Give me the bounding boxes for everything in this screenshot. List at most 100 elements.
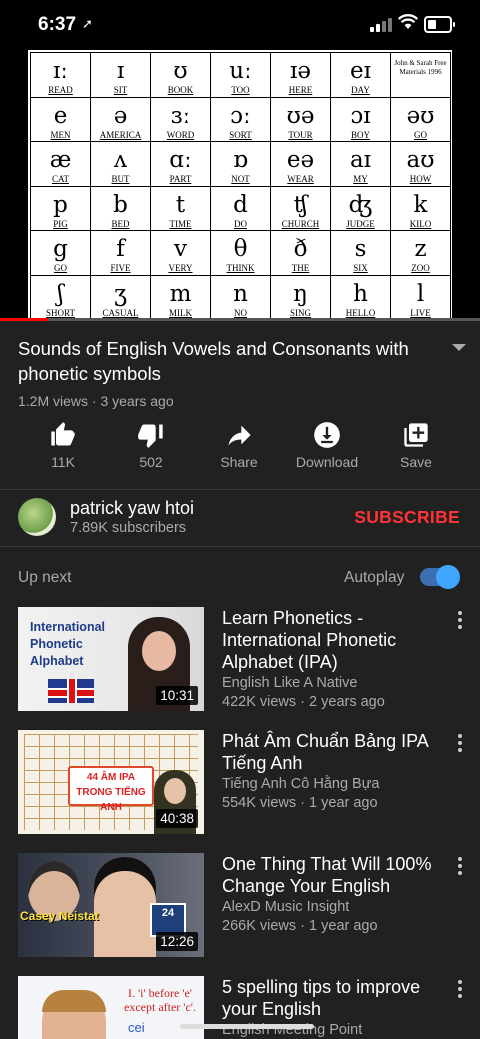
thumb-line: Alphabet xyxy=(30,654,84,668)
video-thumbnail[interactable]: I. 'i' before 'e' except after 'c'. cei xyxy=(18,976,204,1039)
ipa-symbol: z xyxy=(414,236,427,262)
ipa-example-word: MILK xyxy=(169,307,192,318)
save-button[interactable]: Save xyxy=(371,420,461,470)
ipa-example-word: PIG xyxy=(53,218,68,229)
ipa-symbol: ʌ xyxy=(114,147,127,173)
ipa-cell: ʤ JUDGE xyxy=(331,186,391,231)
ipa-symbol: əʊ xyxy=(406,102,435,129)
more-options-icon[interactable] xyxy=(458,980,462,1001)
video-thumbnail[interactable]: Casey Neistat 24 12:26 xyxy=(18,853,204,957)
ipa-example-word: SHORT xyxy=(46,307,75,318)
ipa-cell: ɔː SORT xyxy=(211,97,271,142)
ipa-cell: ɪə HERE xyxy=(271,53,331,98)
video-player[interactable]: ɪː READ ɪ SIT ʊ BOOK uː TOO ɪə HERE eɪ DAY John & Sa… xyxy=(0,50,480,320)
ipa-cell: aɪ MY xyxy=(331,142,391,187)
ipa-example-word: THE xyxy=(291,263,310,273)
ipa-symbol: ʧ xyxy=(293,191,308,218)
share-label: Share xyxy=(220,454,258,470)
ipa-cell: p PIG xyxy=(31,186,91,231)
ipa-cell: n NO xyxy=(211,275,271,320)
ipa-cell: l LIVE xyxy=(391,275,451,320)
home-indicator[interactable] xyxy=(180,1024,314,1029)
more-options-icon[interactable] xyxy=(458,611,462,632)
ipa-cell: aʊ HOW xyxy=(391,142,451,187)
video-item-meta: 266K views · 1 year ago xyxy=(222,918,378,934)
channel-avatar[interactable] xyxy=(18,498,56,536)
ipa-cell: ɒ NOT xyxy=(211,142,271,187)
autoplay-toggle[interactable] xyxy=(420,565,460,589)
ipa-example-word: SING xyxy=(289,307,311,318)
ipa-symbol: ɪː xyxy=(52,58,69,84)
thumbnail-text: cei xyxy=(128,1020,145,1035)
ipa-symbol: ɜː xyxy=(170,102,191,129)
ipa-cell: k KILO xyxy=(391,186,451,231)
ipa-cell: ð THE xyxy=(271,231,331,276)
list-item[interactable]: I. 'i' before 'e' except after 'c'. cei … xyxy=(0,976,480,1039)
ipa-cell: f FIVE xyxy=(91,231,151,276)
ipa-example-word: HOW xyxy=(409,174,432,184)
ipa-symbol: ɪə xyxy=(290,58,311,84)
ipa-symbol: m xyxy=(169,280,192,307)
ipa-symbol: b xyxy=(113,191,128,218)
ipa-cell: e MEN xyxy=(31,97,91,142)
ipa-symbol: θ xyxy=(233,236,248,262)
video-progress-fill xyxy=(0,318,48,321)
ipa-symbol: d xyxy=(233,191,248,218)
channel-row[interactable]: patrick yaw htoi 7.89K subscribers SUBSC… xyxy=(0,492,480,546)
ipa-symbol: e xyxy=(53,102,68,129)
video-item-title[interactable]: Phát Âm Chuẩn Bảng IPA Tiếng Anh xyxy=(222,730,442,774)
video-item-meta: 554K views · 1 year ago xyxy=(222,795,378,811)
video-duration: 10:31 xyxy=(156,686,198,705)
list-item[interactable]: Casey Neistat 24 12:26 One Thing That Wi… xyxy=(0,853,480,959)
video-thumbnail[interactable]: International Phonetic Alphabet 10:31 xyxy=(18,607,204,711)
thumbnail-text: I. 'i' before 'e' except after 'c'. xyxy=(124,986,196,1014)
ipa-example-word: KILO xyxy=(409,218,432,229)
video-item-title[interactable]: Learn Phonetics - International Phonetic… xyxy=(222,607,442,673)
ipa-cell: ɜː WORD xyxy=(151,97,211,142)
ipa-symbol: t xyxy=(175,191,186,218)
dislike-button[interactable]: 502 xyxy=(106,420,196,470)
more-options-icon[interactable] xyxy=(458,734,462,755)
video-item-title[interactable]: One Thing That Will 100% Change Your Eng… xyxy=(222,853,442,897)
battery-icon xyxy=(424,16,455,33)
video-item-channel: Tiếng Anh Cô Hằng Bựa xyxy=(222,776,380,792)
ipa-symbol: eɪ xyxy=(350,58,371,84)
channel-name[interactable]: patrick yaw htoi xyxy=(70,498,194,519)
ipa-symbol: aʊ xyxy=(406,147,435,173)
download-button[interactable]: Download xyxy=(282,420,372,470)
ipa-symbol: ʊ xyxy=(173,58,188,84)
ipa-cell: ɑː PART xyxy=(151,142,211,187)
toggle-knob xyxy=(436,565,460,589)
subscribe-button[interactable]: SUBSCRIBE xyxy=(354,507,460,528)
video-duration: 12:26 xyxy=(156,932,198,951)
video-item-channel: AlexD Music Insight xyxy=(222,899,350,915)
video-item-title[interactable]: 5 spelling tips to improve your English xyxy=(222,976,442,1020)
uk-flag-icon xyxy=(48,679,94,703)
ipa-example-word: BED xyxy=(111,218,130,229)
more-options-icon[interactable] xyxy=(458,857,462,878)
ipa-cell: θ THINK xyxy=(211,231,271,276)
expand-description-icon[interactable] xyxy=(452,344,466,351)
list-item[interactable]: International Phonetic Alphabet 10:31 Le… xyxy=(0,607,480,713)
ipa-cell: eə WEAR xyxy=(271,142,331,187)
list-item[interactable]: 44 ÂM IPA TRONG TIẾNG ANH 40:38 Phát Âm … xyxy=(0,730,480,836)
ipa-symbol: aɪ xyxy=(349,147,372,173)
ipa-cell: z ZOO xyxy=(391,231,451,276)
share-button[interactable]: Share xyxy=(194,420,284,470)
ipa-example-word: SIT xyxy=(113,85,128,95)
ipa-cell: d DO xyxy=(211,186,271,231)
video-progress-bar[interactable] xyxy=(0,318,480,321)
thumbs-up-icon xyxy=(18,420,108,450)
ipa-example-word: MEN xyxy=(50,129,71,140)
like-button[interactable]: 11K xyxy=(18,420,108,470)
ipa-example-word: LIVE xyxy=(410,307,431,318)
ipa-cell: æ CAT xyxy=(31,142,91,187)
ipa-cell: John & Sarah Free Materials 1996 xyxy=(391,53,451,98)
ipa-cell: v VERY xyxy=(151,231,211,276)
ipa-example-word: WEAR xyxy=(287,174,314,184)
ipa-chart-frame: ɪː READ ɪ SIT ʊ BOOK uː TOO ɪə HERE eɪ DAY John & Sa… xyxy=(28,50,452,320)
ipa-symbol: v xyxy=(174,236,187,262)
video-thumbnail[interactable]: 44 ÂM IPA TRONG TIẾNG ANH 40:38 xyxy=(18,730,204,834)
video-title[interactable]: Sounds of English Vowels and Consonants … xyxy=(18,336,438,386)
ipa-cell: ɔɪ BOY xyxy=(331,97,391,142)
